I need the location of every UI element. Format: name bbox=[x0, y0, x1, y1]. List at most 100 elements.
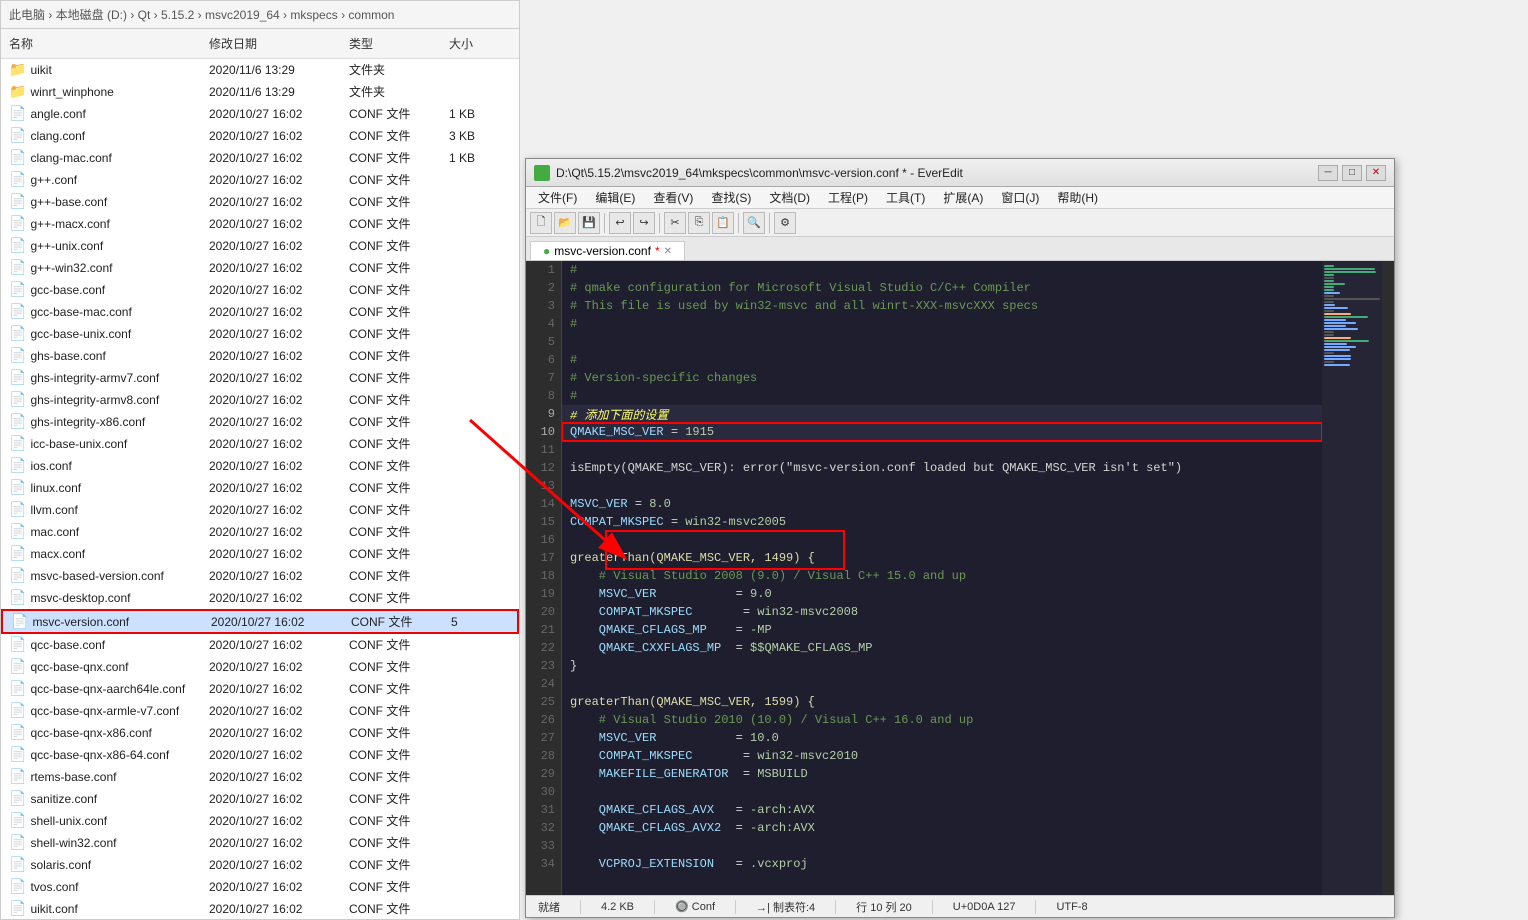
ee-code-area[interactable]: ## qmake configuration for Microsoft Vis… bbox=[562, 261, 1322, 895]
code-line[interactable] bbox=[562, 837, 1322, 855]
file-row[interactable]: 📄 shell-win32.conf 2020/10/27 16:02 CONF… bbox=[1, 832, 519, 854]
file-row[interactable]: 📄 ghs-base.conf 2020/10/27 16:02 CONF 文件 bbox=[1, 345, 519, 367]
code-line[interactable]: QMAKE_CFLAGS_AVX = -arch:AVX bbox=[562, 801, 1322, 819]
tab-close-button[interactable]: ✕ bbox=[664, 246, 672, 257]
code-line[interactable]: MSVC_VER = 10.0 bbox=[562, 729, 1322, 747]
menu-item[interactable]: 编辑(E) bbox=[587, 187, 643, 208]
file-row[interactable]: 📄 g++.conf 2020/10/27 16:02 CONF 文件 bbox=[1, 169, 519, 191]
file-row[interactable]: 📄 gcc-base-mac.conf 2020/10/27 16:02 CON… bbox=[1, 301, 519, 323]
file-row[interactable]: 📄 clang-mac.conf 2020/10/27 16:02 CONF 文… bbox=[1, 147, 519, 169]
file-row[interactable]: 📁 winrt_winphone 2020/11/6 13:29 文件夹 bbox=[1, 81, 519, 103]
file-row[interactable]: 📄 sanitize.conf 2020/10/27 16:02 CONF 文件 bbox=[1, 788, 519, 810]
ee-maximize-button[interactable]: □ bbox=[1342, 165, 1362, 181]
code-line[interactable]: } bbox=[562, 657, 1322, 675]
code-line[interactable]: # bbox=[562, 261, 1322, 279]
file-row[interactable]: 📄 qcc-base-qnx-x86.conf 2020/10/27 16:02… bbox=[1, 722, 519, 744]
file-row[interactable]: 📄 ghs-integrity-x86.conf 2020/10/27 16:0… bbox=[1, 411, 519, 433]
undo-button[interactable]: ↩ bbox=[609, 212, 631, 234]
code-line[interactable]: # Visual Studio 2008 (9.0) / Visual C++ … bbox=[562, 567, 1322, 585]
file-row[interactable]: 📄 macx.conf 2020/10/27 16:02 CONF 文件 bbox=[1, 543, 519, 565]
file-row[interactable]: 📄 msvc-desktop.conf 2020/10/27 16:02 CON… bbox=[1, 587, 519, 609]
redo-button[interactable]: ↪ bbox=[633, 212, 655, 234]
file-row[interactable]: 📄 icc-base-unix.conf 2020/10/27 16:02 CO… bbox=[1, 433, 519, 455]
code-line[interactable]: greaterThan(QMAKE_MSC_VER, 1499) { bbox=[562, 549, 1322, 567]
breadcrumb[interactable]: 此电脑 › 本地磁盘 (D:) › Qt › 5.15.2 › msvc2019… bbox=[1, 1, 519, 29]
ee-scrollbar-right[interactable] bbox=[1382, 261, 1394, 895]
cut-button[interactable]: ✂ bbox=[664, 212, 686, 234]
code-line[interactable]: MSVC_VER = 9.0 bbox=[562, 585, 1322, 603]
code-line[interactable]: # bbox=[562, 315, 1322, 333]
code-line[interactable]: COMPAT_MKSPEC = win32-msvc2005 bbox=[562, 513, 1322, 531]
file-row[interactable]: 📁 uikit 2020/11/6 13:29 文件夹 bbox=[1, 59, 519, 81]
file-row[interactable]: 📄 g++-win32.conf 2020/10/27 16:02 CONF 文… bbox=[1, 257, 519, 279]
col-type[interactable]: 类型 bbox=[341, 33, 441, 54]
new-button[interactable]: 🗋 bbox=[530, 212, 552, 234]
code-line[interactable]: COMPAT_MKSPEC = win32-msvc2008 bbox=[562, 603, 1322, 621]
file-row[interactable]: 📄 solaris.conf 2020/10/27 16:02 CONF 文件 bbox=[1, 854, 519, 876]
file-row[interactable]: 📄 ghs-integrity-armv8.conf 2020/10/27 16… bbox=[1, 389, 519, 411]
code-line[interactable]: MSVC_VER = 8.0 bbox=[562, 495, 1322, 513]
file-row[interactable]: 📄 clang.conf 2020/10/27 16:02 CONF 文件 3 … bbox=[1, 125, 519, 147]
file-row[interactable]: 📄 qcc-base-qnx-x86-64.conf 2020/10/27 16… bbox=[1, 744, 519, 766]
file-row[interactable]: 📄 qcc-base.conf 2020/10/27 16:02 CONF 文件 bbox=[1, 634, 519, 656]
file-row[interactable]: 📄 qcc-base-qnx-armle-v7.conf 2020/10/27 … bbox=[1, 700, 519, 722]
menu-item[interactable]: 文件(F) bbox=[530, 187, 585, 208]
file-row[interactable]: 📄 ghs-integrity-armv7.conf 2020/10/27 16… bbox=[1, 367, 519, 389]
file-row[interactable]: 📄 ios.conf 2020/10/27 16:02 CONF 文件 bbox=[1, 455, 519, 477]
file-row[interactable]: 📄 uikit.conf 2020/10/27 16:02 CONF 文件 bbox=[1, 898, 519, 919]
code-line[interactable]: # qmake configuration for Microsoft Visu… bbox=[562, 279, 1322, 297]
file-row[interactable]: 📄 mac.conf 2020/10/27 16:02 CONF 文件 bbox=[1, 521, 519, 543]
file-row[interactable]: 📄 msvc-based-version.conf 2020/10/27 16:… bbox=[1, 565, 519, 587]
file-row[interactable]: 📄 angle.conf 2020/10/27 16:02 CONF 文件 1 … bbox=[1, 103, 519, 125]
code-line[interactable]: # Visual Studio 2010 (10.0) / Visual C++… bbox=[562, 711, 1322, 729]
save-button[interactable]: 💾 bbox=[578, 212, 600, 234]
file-row[interactable]: 📄 g++-macx.conf 2020/10/27 16:02 CONF 文件 bbox=[1, 213, 519, 235]
menu-item[interactable]: 窗口(J) bbox=[993, 187, 1047, 208]
file-row[interactable]: 📄 rtems-base.conf 2020/10/27 16:02 CONF … bbox=[1, 766, 519, 788]
file-row[interactable]: 📄 qcc-base-qnx.conf 2020/10/27 16:02 CON… bbox=[1, 656, 519, 678]
file-row[interactable]: 📄 msvc-version.conf 2020/10/27 16:02 CON… bbox=[1, 609, 519, 634]
ee-tab-active[interactable]: ● msvc-version.conf * ✕ bbox=[530, 241, 685, 260]
file-row[interactable]: 📄 llvm.conf 2020/10/27 16:02 CONF 文件 bbox=[1, 499, 519, 521]
code-line[interactable]: QMAKE_CXXFLAGS_MP = $$QMAKE_CFLAGS_MP bbox=[562, 639, 1322, 657]
col-date[interactable]: 修改日期 bbox=[201, 33, 341, 54]
code-line[interactable]: isEmpty(QMAKE_MSC_VER): error("msvc-vers… bbox=[562, 459, 1322, 477]
file-row[interactable]: 📄 linux.conf 2020/10/27 16:02 CONF 文件 bbox=[1, 477, 519, 499]
code-line[interactable] bbox=[562, 477, 1322, 495]
file-row[interactable]: 📄 qcc-base-qnx-aarch64le.conf 2020/10/27… bbox=[1, 678, 519, 700]
ee-close-button[interactable]: ✕ bbox=[1366, 165, 1386, 181]
code-line[interactable] bbox=[562, 531, 1322, 549]
code-line[interactable]: greaterThan(QMAKE_MSC_VER, 1599) { bbox=[562, 693, 1322, 711]
menu-item[interactable]: 查看(V) bbox=[645, 187, 701, 208]
code-line[interactable]: QMAKE_CFLAGS_AVX2 = -arch:AVX bbox=[562, 819, 1322, 837]
menu-item[interactable]: 扩展(A) bbox=[935, 187, 991, 208]
menu-item[interactable]: 查找(S) bbox=[703, 187, 759, 208]
find-button[interactable]: 🔍 bbox=[743, 212, 765, 234]
code-line[interactable]: # 添加下面的设置 bbox=[562, 405, 1322, 423]
settings-button[interactable]: ⚙ bbox=[774, 212, 796, 234]
code-line[interactable] bbox=[562, 333, 1322, 351]
menu-item[interactable]: 文档(D) bbox=[761, 187, 818, 208]
file-row[interactable]: 📄 g++-unix.conf 2020/10/27 16:02 CONF 文件 bbox=[1, 235, 519, 257]
file-row[interactable]: 📄 shell-unix.conf 2020/10/27 16:02 CONF … bbox=[1, 810, 519, 832]
code-line[interactable]: # This file is used by win32-msvc and al… bbox=[562, 297, 1322, 315]
col-name[interactable]: 名称 bbox=[1, 33, 201, 54]
copy-button[interactable]: ⎘ bbox=[688, 212, 710, 234]
code-line[interactable]: # Version-specific changes bbox=[562, 369, 1322, 387]
code-line[interactable] bbox=[562, 441, 1322, 459]
code-line[interactable]: VCPROJ_EXTENSION = .vcxproj bbox=[562, 855, 1322, 873]
code-line[interactable]: MAKEFILE_GENERATOR = MSBUILD bbox=[562, 765, 1322, 783]
menu-item[interactable]: 工具(T) bbox=[878, 187, 933, 208]
file-row[interactable]: 📄 gcc-base.conf 2020/10/27 16:02 CONF 文件 bbox=[1, 279, 519, 301]
code-line[interactable]: # bbox=[562, 351, 1322, 369]
code-line[interactable]: COMPAT_MKSPEC = win32-msvc2010 bbox=[562, 747, 1322, 765]
menu-item[interactable]: 帮助(H) bbox=[1049, 187, 1106, 208]
menu-item[interactable]: 工程(P) bbox=[820, 187, 876, 208]
open-button[interactable]: 📂 bbox=[554, 212, 576, 234]
code-line[interactable]: # bbox=[562, 387, 1322, 405]
ee-minimize-button[interactable]: ─ bbox=[1318, 165, 1338, 181]
file-row[interactable]: 📄 g++-base.conf 2020/10/27 16:02 CONF 文件 bbox=[1, 191, 519, 213]
code-line[interactable] bbox=[562, 675, 1322, 693]
paste-button[interactable]: 📋 bbox=[712, 212, 734, 234]
code-line[interactable]: QMAKE_CFLAGS_MP = -MP bbox=[562, 621, 1322, 639]
